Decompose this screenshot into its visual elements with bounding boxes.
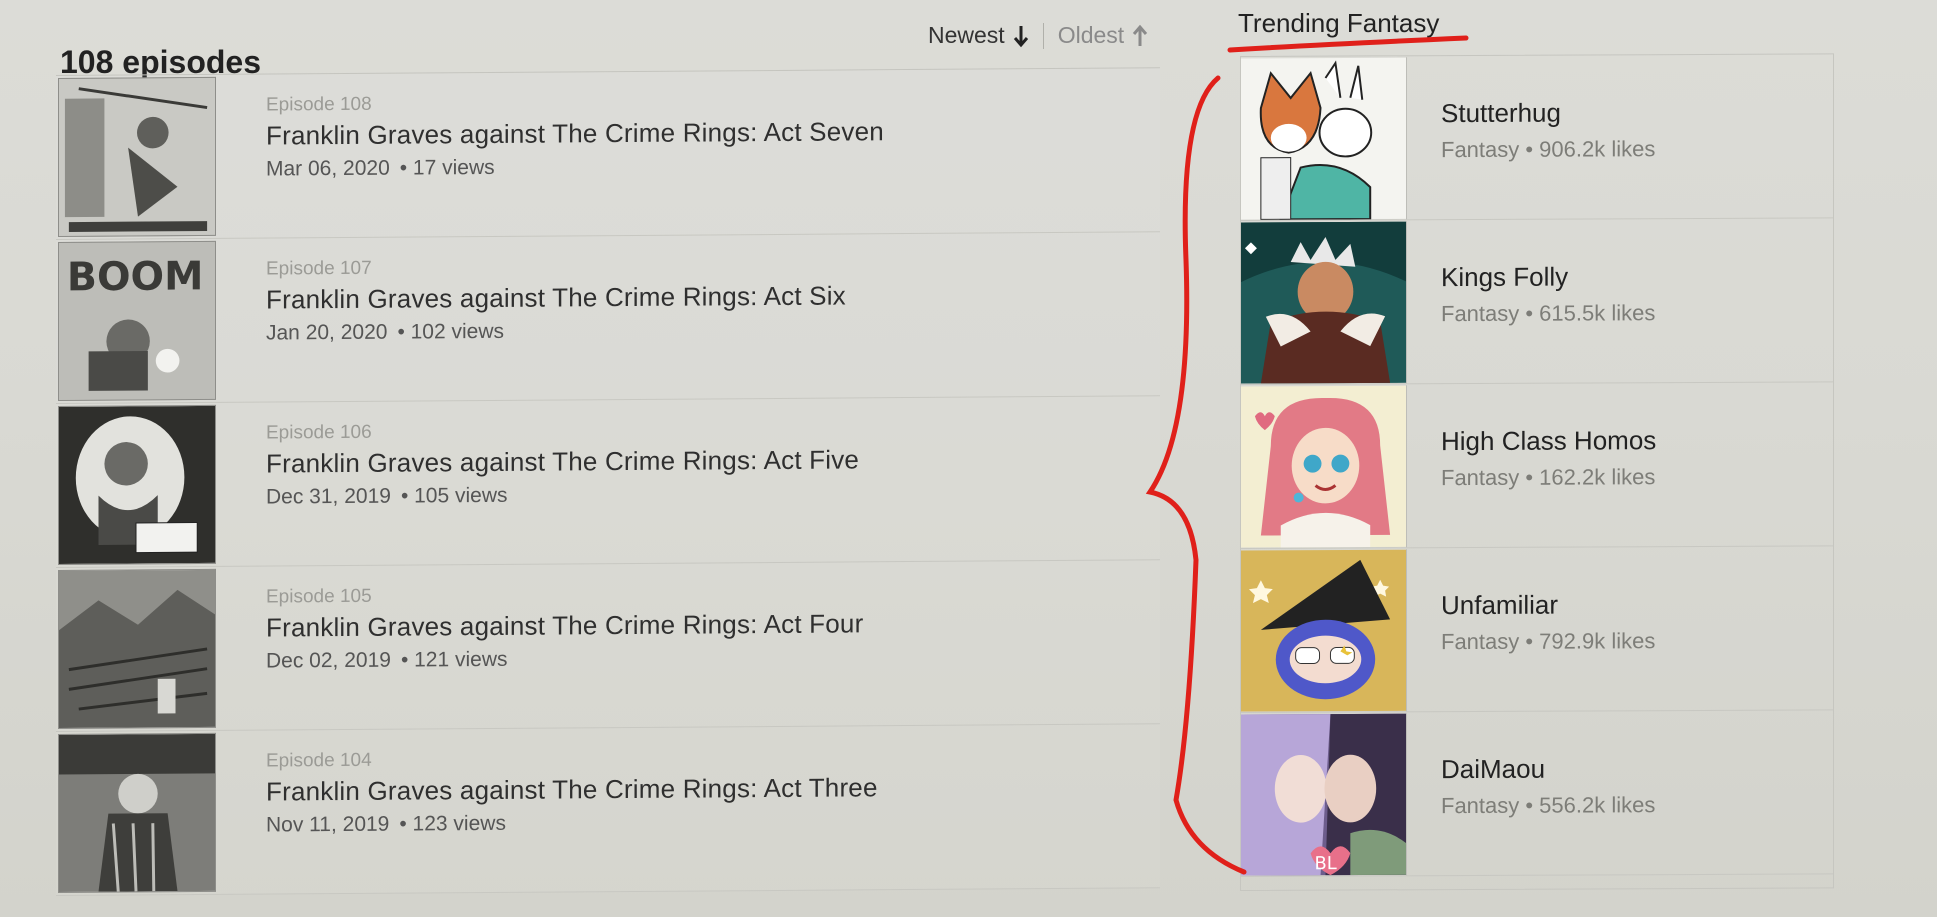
episode-row[interactable]: Episode 106 Franklin Graves against The … xyxy=(56,396,1160,568)
episode-views: • 105 views xyxy=(400,483,508,508)
episode-number: Episode 106 xyxy=(266,421,372,444)
episode-title[interactable]: Franklin Graves against The Crime Rings:… xyxy=(266,608,863,643)
episode-list: Episode 108 Franklin Graves against The … xyxy=(56,67,1160,917)
episode-row[interactable]: Episode 105 Franklin Graves against The … xyxy=(56,560,1160,732)
episode-date: Nov 11, 2019 xyxy=(266,812,390,837)
episode-title[interactable]: Franklin Graves against The Crime Rings:… xyxy=(266,280,846,315)
sort-newest-button[interactable]: Newest xyxy=(928,22,1029,49)
episode-title[interactable]: Franklin Graves against The Crime Rings:… xyxy=(266,772,878,807)
svg-text:BOOM: BOOM xyxy=(67,253,204,300)
sort-newest-label: Newest xyxy=(928,22,1005,48)
underline-annotation xyxy=(1227,35,1469,53)
series-title[interactable]: High Class Homos xyxy=(1441,425,1656,457)
series-cover xyxy=(1241,548,1407,712)
series-meta: Fantasy • 162.2k likes xyxy=(1441,464,1656,491)
series-meta: Fantasy • 615.5k likes xyxy=(1441,300,1656,327)
series-meta: Fantasy • 906.2k likes xyxy=(1441,136,1656,163)
episode-date: Jan 20, 2020 xyxy=(266,320,388,345)
episode-thumbnail xyxy=(58,732,216,893)
series-meta: Fantasy • 792.9k likes xyxy=(1441,628,1656,655)
sort-controls: Newest Oldest xyxy=(928,22,1148,49)
episode-number: Episode 107 xyxy=(266,257,372,280)
sort-oldest-label: Oldest xyxy=(1057,22,1125,48)
episode-thumbnail xyxy=(58,404,216,565)
episode-thumbnail xyxy=(58,76,216,237)
episode-title[interactable]: Franklin Graves against The Crime Rings:… xyxy=(266,444,859,479)
episode-row[interactable]: Episode 108 Franklin Graves against The … xyxy=(56,68,1160,240)
trending-item[interactable]: Stutterhug Fantasy • 906.2k likes xyxy=(1241,54,1833,221)
series-cover: BL xyxy=(1241,712,1407,876)
sort-divider xyxy=(1042,22,1044,49)
trending-item[interactable]: Kings Folly Fantasy • 615.5k likes xyxy=(1241,218,1833,385)
series-cover xyxy=(1241,220,1407,384)
episode-number: Episode 105 xyxy=(266,585,372,608)
series-title[interactable]: Unfamiliar xyxy=(1441,589,1655,621)
episode-title[interactable]: Franklin Graves against The Crime Rings:… xyxy=(266,116,884,151)
episode-views: • 102 views xyxy=(397,319,505,344)
arrow-down-icon xyxy=(1013,25,1028,47)
bl-badge: BL xyxy=(1315,853,1337,874)
arrow-up-icon xyxy=(1133,24,1148,46)
series-title[interactable]: DaiMaou xyxy=(1441,753,1655,785)
series-cover xyxy=(1241,384,1407,548)
series-meta: Fantasy • 556.2k likes xyxy=(1441,792,1656,819)
episode-date: Dec 02, 2019 xyxy=(266,648,391,673)
trending-heading[interactable]: Trending Fantasy xyxy=(1238,8,1439,39)
episode-date: Mar 06, 2020 xyxy=(266,156,390,181)
episode-thumbnail: BOOM xyxy=(58,240,216,401)
episode-row[interactable]: BOOM Episode 107 Franklin Graves against… xyxy=(56,232,1160,404)
curly-brace-annotation xyxy=(1145,75,1247,875)
series-title[interactable]: Kings Folly xyxy=(1441,261,1655,293)
trending-item[interactable]: BL DaiMaou Fantasy • 556.2k likes xyxy=(1241,710,1833,877)
episode-number: Episode 104 xyxy=(266,749,372,772)
series-title[interactable]: Stutterhug xyxy=(1441,97,1655,129)
sort-oldest-button[interactable]: Oldest xyxy=(1058,22,1148,49)
trending-list: Stutterhug Fantasy • 906.2k likes Kings … xyxy=(1240,53,1834,892)
episode-views: • 121 views xyxy=(400,647,508,672)
trending-item[interactable]: Unfamiliar Fantasy • 792.9k likes xyxy=(1241,546,1833,713)
series-cover xyxy=(1241,56,1407,220)
episode-views: • 17 views xyxy=(399,155,495,180)
episode-date: Dec 31, 2019 xyxy=(266,484,391,509)
episode-thumbnail xyxy=(58,568,216,729)
trending-item[interactable]: High Class Homos Fantasy • 162.2k likes xyxy=(1241,382,1833,549)
episode-row[interactable]: Episode 104 Franklin Graves against The … xyxy=(56,724,1160,896)
episode-views: • 123 views xyxy=(399,811,506,836)
episode-number: Episode 108 xyxy=(266,93,372,116)
